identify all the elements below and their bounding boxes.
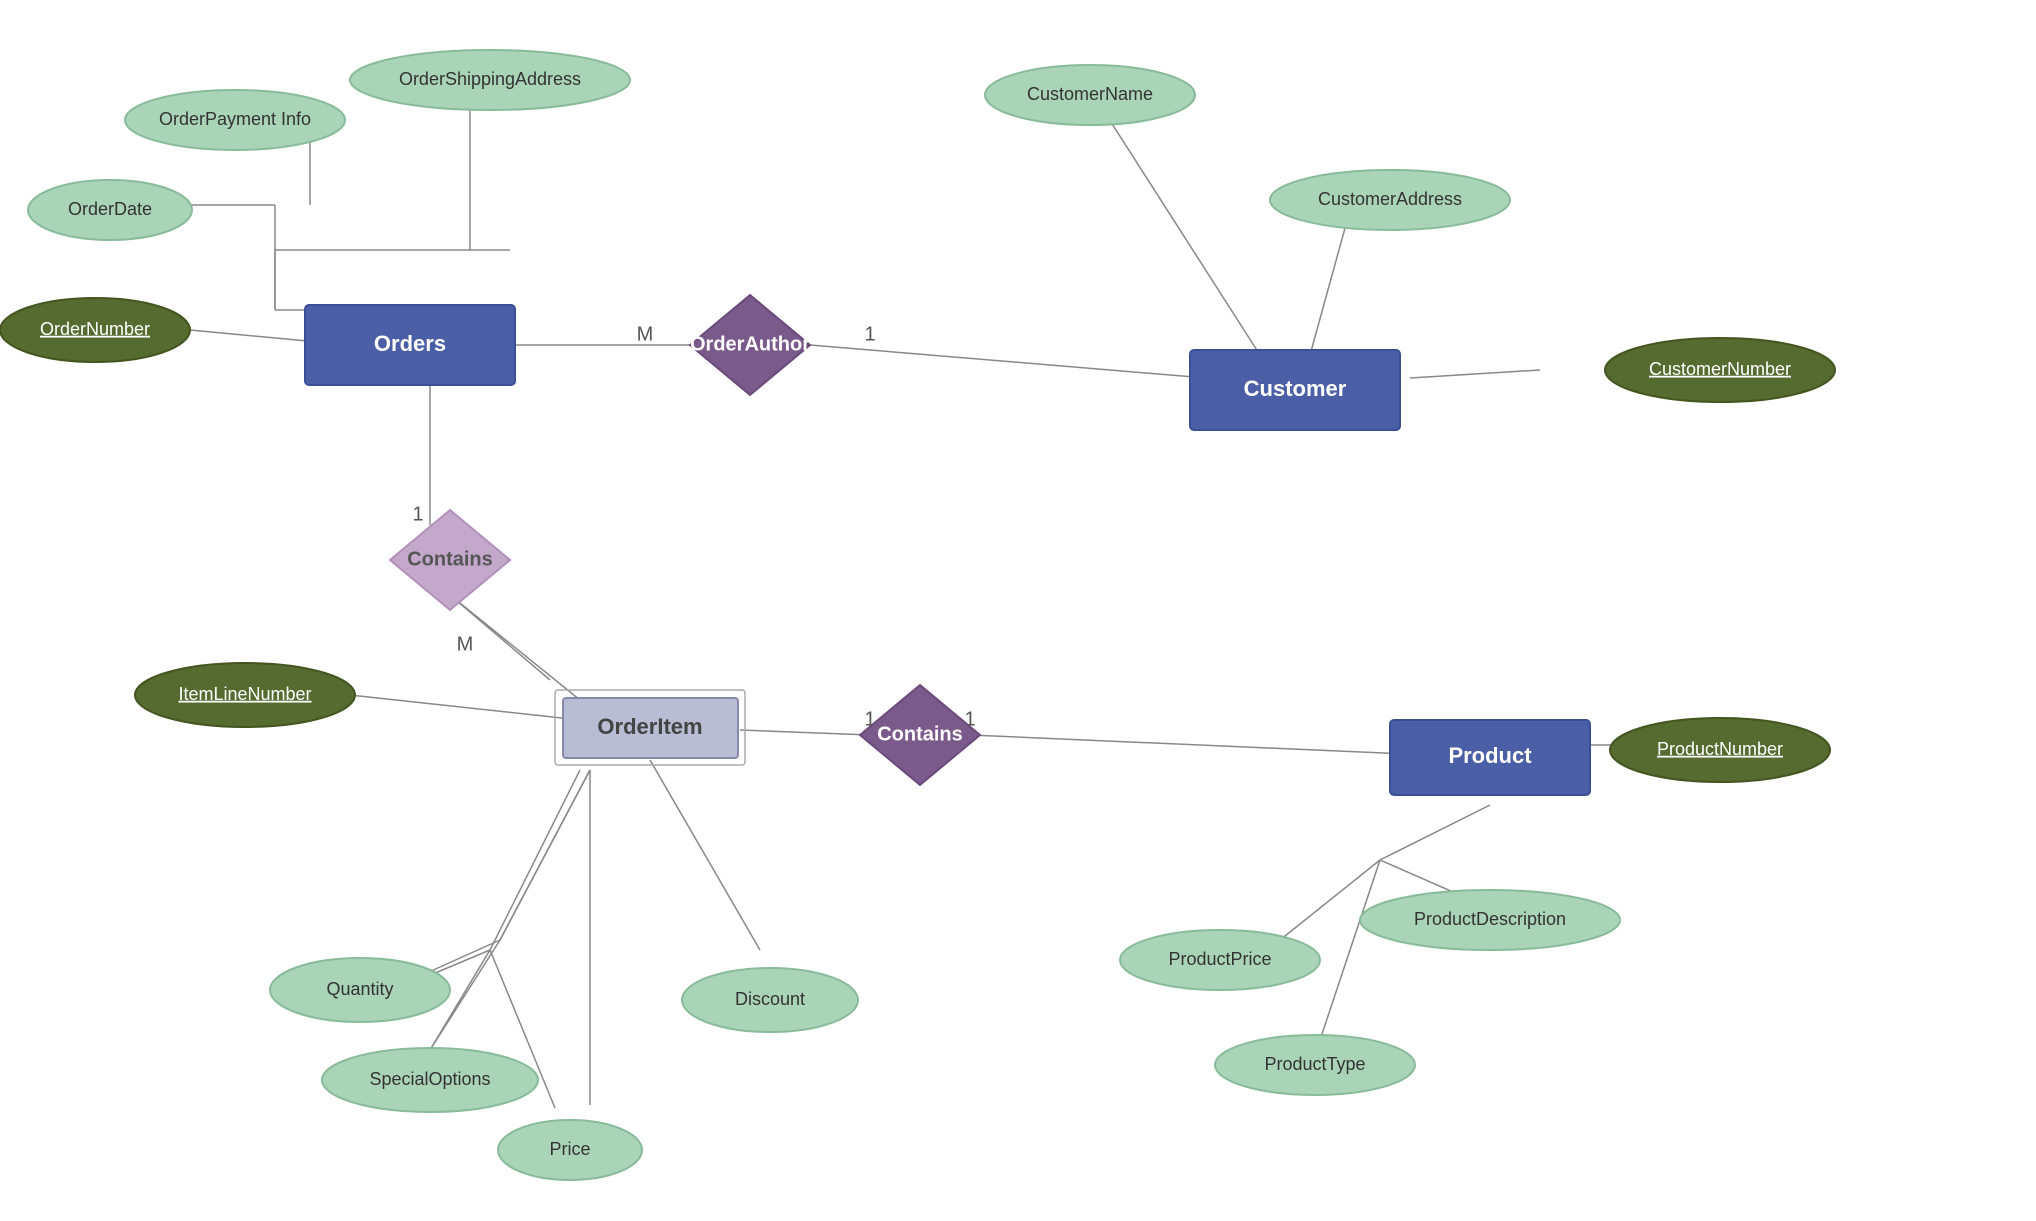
- itemlinenumber-label: ItemLineNumber: [178, 684, 311, 704]
- quantity-label: Quantity: [326, 979, 393, 999]
- product-entity-label: Product: [1448, 743, 1532, 768]
- producttype-label: ProductType: [1264, 1054, 1365, 1074]
- orderdate-label: OrderDate: [68, 199, 152, 219]
- customername-label: CustomerName: [1027, 84, 1153, 104]
- orderauthor-label: OrderAuthor: [690, 333, 810, 355]
- customernumber-label: CustomerNumber: [1649, 359, 1791, 379]
- productprice-label: ProductPrice: [1168, 949, 1271, 969]
- productnumber-label: ProductNumber: [1657, 739, 1783, 759]
- specialoptions-label: SpecialOptions: [369, 1069, 490, 1089]
- svg-text:1: 1: [412, 503, 423, 525]
- price-label: Price: [549, 1139, 590, 1159]
- svg-text:M: M: [457, 633, 474, 655]
- svg-text:1: 1: [864, 323, 875, 345]
- svg-text:M: M: [637, 323, 654, 345]
- customer-entity-label: Customer: [1244, 376, 1347, 401]
- ordernumber-label: OrderNumber: [40, 319, 150, 339]
- contains1-label: Contains: [407, 548, 493, 570]
- ordershippingaddress-label: OrderShippingAddress: [399, 69, 581, 89]
- orderitem-entity-label: OrderItem: [597, 714, 702, 739]
- orders-entity-label: Orders: [374, 331, 446, 356]
- contains2-label: Contains: [877, 723, 963, 745]
- orderpaymentinfo-label: OrderPayment Info: [159, 109, 311, 129]
- productdescription-label: ProductDescription: [1414, 909, 1566, 929]
- discount-label: Discount: [735, 989, 805, 1009]
- customeraddress-label: CustomerAddress: [1318, 189, 1462, 209]
